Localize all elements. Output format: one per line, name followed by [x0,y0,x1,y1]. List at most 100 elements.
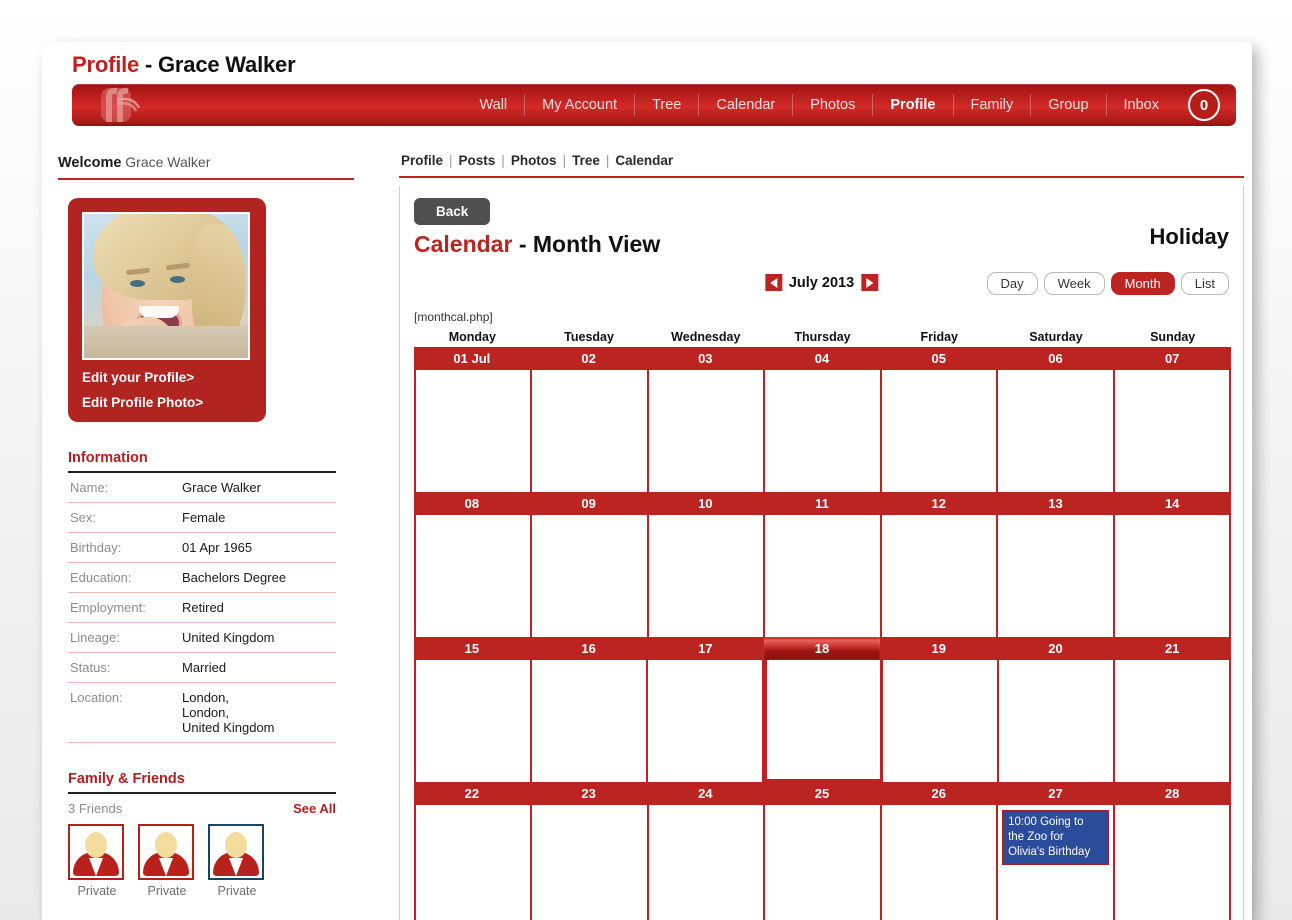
avatar[interactable] [68,824,124,880]
list-item[interactable]: Private [208,824,266,898]
day-number[interactable]: 04 [764,347,881,370]
day-cell[interactable] [881,370,999,492]
day-number[interactable]: 09 [531,492,648,515]
day-number[interactable]: 06 [998,347,1115,370]
day-number[interactable]: 11 [764,492,881,515]
subnav-item-tree[interactable]: Tree [572,153,600,168]
day-number[interactable]: 02 [531,347,648,370]
nav-item-tree[interactable]: Tree [634,94,698,116]
list-item[interactable]: Private [68,824,126,898]
welcome-line: Welcome Grace Walker [58,148,354,180]
day-number[interactable]: 22 [414,782,531,805]
day-cell[interactable] [648,370,766,492]
nav-item-photos[interactable]: Photos [792,94,872,116]
view-button-week[interactable]: Week [1043,272,1105,295]
arrow-right-icon[interactable] [861,274,879,291]
day-cell-today[interactable] [763,660,884,782]
day-number[interactable]: 03 [647,347,765,370]
day-number[interactable]: 24 [647,782,765,805]
subnav-item-calendar[interactable]: Calendar [615,153,673,168]
day-cell[interactable] [998,370,1115,492]
table-row: Name: Grace Walker [68,473,336,503]
day-number[interactable]: 27 [998,782,1115,805]
day-number[interactable]: 28 [1114,782,1232,805]
view-button-list[interactable]: List [1180,272,1229,295]
day-cell[interactable]: 10:00 Going to the Zoo for Olivia's Birt… [998,805,1115,920]
day-number[interactable]: 25 [764,782,881,805]
back-button[interactable]: Back [414,198,491,225]
day-cell[interactable] [881,515,999,637]
day-cell[interactable] [883,660,1000,782]
calendar-event[interactable]: 10:00 Going to the Zoo for Olivia's Birt… [1002,810,1109,865]
list-item[interactable]: Private [138,824,196,898]
day-cell[interactable] [647,660,764,782]
month-label: July 2013 [788,274,855,291]
day-number-today[interactable]: 18 [764,637,881,660]
info-key: Sex: [68,502,180,533]
day-cell[interactable] [765,370,882,492]
welcome-user-name: Grace Walker [125,154,211,170]
month-navigator: July 2013 [764,274,879,291]
day-cell[interactable] [1114,370,1231,492]
day-cell[interactable] [881,805,999,920]
subnav-item-photos[interactable]: Photos [511,153,557,168]
view-button-month[interactable]: Month [1110,272,1175,295]
day-number[interactable]: 23 [531,782,648,805]
day-cell[interactable] [999,660,1116,782]
day-cell[interactable] [414,515,533,637]
day-cell[interactable] [1114,805,1231,920]
day-number[interactable]: 13 [998,492,1115,515]
day-cell[interactable] [998,515,1115,637]
nav-item-inbox[interactable]: Inbox [1105,94,1176,116]
day-number[interactable]: 14 [1114,492,1232,515]
avatar[interactable] [138,824,194,880]
day-number[interactable]: 16 [531,637,648,660]
day-cell[interactable] [531,660,648,782]
day-cell[interactable] [765,515,882,637]
nav-item-my-account[interactable]: My Account [524,94,634,116]
arrow-left-icon[interactable] [764,274,782,291]
profile-photo [82,212,250,360]
day-number[interactable]: 05 [881,347,998,370]
see-all-link[interactable]: See All [293,801,336,816]
day-cell[interactable] [414,370,533,492]
day-number[interactable]: 17 [647,637,765,660]
day-number[interactable]: 26 [881,782,998,805]
day-cell[interactable] [1115,660,1232,782]
day-number[interactable]: 21 [1114,637,1232,660]
day-cell[interactable] [648,515,766,637]
day-number[interactable]: 01 Jul [414,347,531,370]
day-number[interactable]: 10 [647,492,765,515]
subnav-item-posts[interactable]: Posts [459,153,496,168]
day-number[interactable]: 20 [998,637,1115,660]
day-number[interactable]: 07 [1114,347,1232,370]
nav-item-profile[interactable]: Profile [872,94,952,116]
inbox-count-badge[interactable]: 0 [1188,89,1220,121]
nav-item-group[interactable]: Group [1030,94,1105,116]
friend-name: Private [217,884,257,898]
day-number[interactable]: 08 [414,492,531,515]
day-number[interactable]: 19 [881,637,998,660]
edit-profile-link[interactable]: Edit your Profile> [82,370,252,385]
subnav-item-profile[interactable]: Profile [401,153,443,168]
view-button-day[interactable]: Day [986,272,1038,295]
breadcrumb: Profile | Posts | Photos | Tree | Calendar [399,148,1244,178]
day-cell[interactable] [414,805,533,920]
day-cell[interactable] [648,805,766,920]
day-cell[interactable] [1114,515,1231,637]
day-cell[interactable] [414,660,532,782]
nav-item-calendar[interactable]: Calendar [698,94,792,116]
nav-item-family[interactable]: Family [952,94,1031,116]
day-name: Friday [920,330,958,344]
week-body [414,515,1231,637]
day-cell[interactable] [765,805,882,920]
day-cell[interactable] [532,370,649,492]
nav-item-wall[interactable]: Wall [462,94,524,116]
edit-profile-photo-link[interactable]: Edit Profile Photo> [82,395,252,410]
day-number[interactable]: 12 [881,492,998,515]
day-cell[interactable] [532,805,649,920]
avatar[interactable] [208,824,264,880]
day-cell[interactable] [532,515,649,637]
day-number[interactable]: 15 [414,637,531,660]
month-nav-row: July 2013 Day Week Month List [414,272,1229,306]
